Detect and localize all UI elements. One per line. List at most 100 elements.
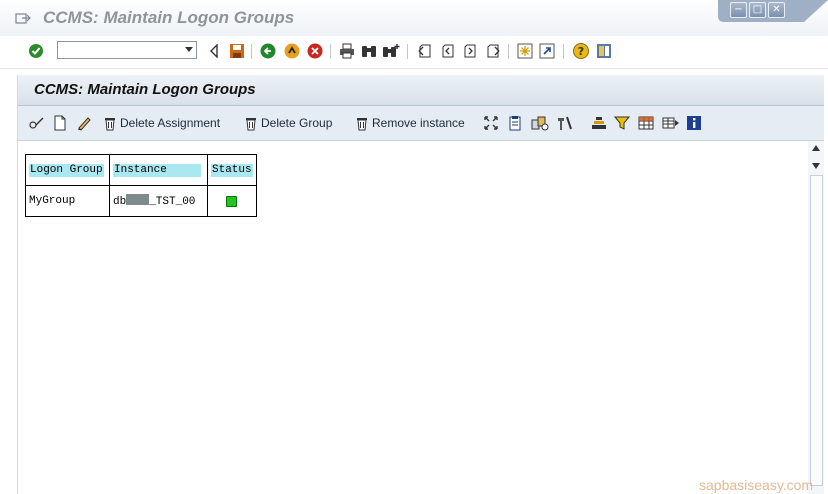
- application-toolbar: Delete Assignment Delete Group Remove in…: [18, 106, 824, 141]
- cell-instance[interactable]: db _TST_00: [109, 185, 208, 217]
- info-icon: [687, 116, 701, 130]
- table-header-row: Logon Group Instance Status: [25, 154, 257, 186]
- checkmark-icon: [29, 44, 43, 58]
- triangle-left-icon: [210, 44, 218, 58]
- separator: [251, 44, 252, 59]
- customize-layout-icon: [597, 44, 611, 58]
- separator: [563, 44, 564, 59]
- content-area: Logon Group Instance Status MyGroup db _T…: [18, 141, 808, 494]
- instance-value: db _TST_00: [113, 194, 204, 208]
- layout-button[interactable]: [662, 114, 680, 132]
- command-field-dropdown[interactable]: [57, 41, 197, 59]
- cell-status[interactable]: [207, 185, 257, 217]
- exit-icon: [284, 43, 300, 59]
- enter-button[interactable]: [27, 42, 45, 60]
- next-page-button[interactable]: [461, 42, 479, 60]
- expand-button[interactable]: [483, 114, 499, 132]
- trash-icon: [105, 118, 115, 131]
- print-icon: [340, 43, 354, 59]
- new-document-icon: [54, 115, 66, 131]
- trash-icon: [357, 118, 367, 131]
- exit-button[interactable]: [283, 42, 301, 60]
- close-window-button[interactable]: ✕: [768, 2, 785, 18]
- load-distribution-button[interactable]: [531, 114, 549, 132]
- create-session-button[interactable]: [516, 42, 534, 60]
- logon-groups-table: Logon Group Instance Status MyGroup db _T…: [25, 154, 257, 217]
- column-header-label: Instance: [113, 163, 201, 177]
- table-row: MyGroup db _TST_00: [25, 185, 257, 217]
- cancel-icon: [307, 43, 323, 59]
- trash-icon: [246, 118, 256, 131]
- generate-shortcut-button[interactable]: [538, 42, 556, 60]
- remove-instance-button[interactable]: Remove instance: [355, 114, 465, 132]
- separator: [330, 44, 331, 59]
- window-title: CCMS: Maintain Logon Groups: [43, 8, 295, 27]
- shortcut-icon: [539, 43, 555, 59]
- find-button[interactable]: [360, 42, 378, 60]
- scroll-up-arrow-icon[interactable]: [812, 145, 820, 151]
- print-button[interactable]: [338, 42, 356, 60]
- command-field-toggle-button[interactable]: [205, 42, 223, 60]
- glasses-pencil-icon: [29, 117, 44, 129]
- logon-group-value: MyGroup: [29, 194, 106, 208]
- binoculars-icon: [362, 46, 376, 57]
- standard-toolbar: ?: [0, 36, 828, 69]
- svg-text:?: ?: [578, 45, 584, 58]
- stack-icon: [592, 117, 606, 129]
- first-page-button[interactable]: [416, 42, 434, 60]
- pencil-icon: [78, 117, 91, 131]
- clipboard-icon: [509, 116, 521, 131]
- main-area: CCMS: Maintain Logon Groups Delete Assig…: [17, 75, 824, 494]
- last-page-icon: [487, 44, 500, 58]
- change-button[interactable]: [76, 114, 92, 132]
- cancel-button[interactable]: [306, 42, 324, 60]
- separator: [508, 44, 509, 59]
- servers-icon: [531, 116, 549, 131]
- tools-icon: [558, 116, 572, 130]
- delete-assignment-button[interactable]: Delete Assignment: [103, 114, 220, 132]
- customize-layout-button[interactable]: [595, 42, 613, 60]
- delete-group-button[interactable]: Delete Group: [244, 114, 332, 132]
- display-change-button[interactable]: [28, 114, 46, 132]
- page-title: CCMS: Maintain Logon Groups: [34, 81, 256, 98]
- scrollbar-track[interactable]: [810, 175, 823, 486]
- first-page-icon: [418, 44, 431, 58]
- maximize-button[interactable]: □: [749, 2, 766, 18]
- delete-assignment-label: Delete Assignment: [120, 116, 221, 130]
- column-header-logon-group[interactable]: Logon Group: [25, 154, 110, 186]
- weight-button[interactable]: [591, 114, 607, 132]
- help-button[interactable]: ?: [572, 42, 590, 60]
- application-title-bar: CCMS: Maintain Logon Groups: [18, 75, 824, 106]
- previous-page-button[interactable]: [439, 42, 457, 60]
- previous-page-icon: [442, 44, 454, 58]
- last-page-button[interactable]: [484, 42, 502, 60]
- help-icon: ?: [573, 43, 589, 59]
- grid-icon: [638, 116, 654, 130]
- information-button[interactable]: [686, 114, 702, 132]
- filter-button[interactable]: [614, 114, 630, 132]
- save-icon: [230, 44, 244, 58]
- minimize-button[interactable]: −: [730, 2, 747, 18]
- create-button[interactable]: [53, 114, 67, 132]
- back-button[interactable]: [259, 42, 277, 60]
- status-green-light-icon: [226, 195, 238, 207]
- tools-button[interactable]: [556, 114, 574, 132]
- column-header-status[interactable]: Status: [207, 154, 257, 186]
- separator: [407, 44, 408, 59]
- system-menu-icon[interactable]: [15, 11, 31, 25]
- remove-instance-label: Remove instance: [372, 116, 465, 130]
- filter-icon: [614, 116, 630, 130]
- scroll-down-arrow-icon[interactable]: [812, 163, 820, 169]
- column-header-instance[interactable]: Instance: [109, 154, 208, 186]
- layout-columns-icon: [662, 117, 679, 129]
- clipboard-button[interactable]: [509, 114, 521, 132]
- window-controls: − □ ✕: [718, 0, 828, 22]
- table-view-button[interactable]: [638, 114, 654, 132]
- find-next-button[interactable]: [382, 42, 400, 60]
- instance-prefix: db: [113, 196, 127, 208]
- vertical-scrollbar[interactable]: [808, 141, 824, 494]
- save-button[interactable]: [228, 42, 246, 60]
- back-arrow-icon: [260, 43, 276, 59]
- cell-logon-group[interactable]: MyGroup: [25, 185, 110, 217]
- new-session-icon: [517, 43, 533, 59]
